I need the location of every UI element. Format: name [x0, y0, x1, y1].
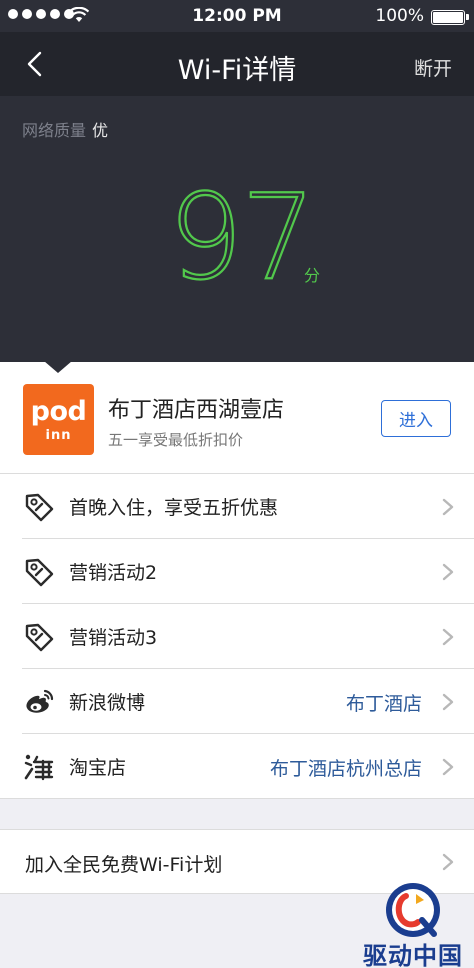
watermark-logo: 驱动中国	[356, 880, 470, 968]
network-quality: 网络质量优	[22, 117, 108, 141]
chevron-right-icon	[442, 693, 454, 711]
watermark-emblem-icon	[386, 883, 440, 937]
join-wifi-plan-label: 加入全民免费Wi-Fi计划	[25, 854, 223, 876]
list-item[interactable]: 营销活动3	[0, 604, 474, 669]
store-logo-subtext: inn	[45, 428, 72, 443]
quality-score: 97	[167, 168, 317, 306]
weibo-icon	[26, 689, 54, 713]
enter-button[interactable]: 进入	[381, 400, 451, 437]
list-item-label: 营销活动2	[69, 562, 158, 584]
tag-icon	[25, 493, 54, 522]
chevron-right-icon	[442, 498, 454, 516]
chevron-right-icon	[442, 628, 454, 646]
chevron-right-icon	[442, 853, 454, 871]
list-item[interactable]: 首晚入住，享受五折优惠	[0, 474, 474, 539]
store-logo-text: pod	[30, 396, 87, 427]
taobao-icon	[24, 754, 54, 781]
list-item-label: 营销活动3	[69, 627, 158, 649]
watermark-text: 驱动中国	[363, 942, 463, 968]
list-item-label: 淘宝店	[69, 757, 127, 779]
list-item[interactable]: 新浪微博 布丁酒店	[0, 669, 474, 734]
battery-icon	[431, 10, 469, 25]
store-name: 布丁酒店西湖壹店	[108, 398, 285, 423]
list-item-value: 布丁酒店杭州总店	[269, 758, 422, 780]
list-item-value: 布丁酒店	[345, 693, 422, 715]
status-bar: 12:00 PM 100%	[0, 0, 474, 32]
chevron-right-icon	[442, 563, 454, 581]
network-quality-label: 网络质量	[22, 121, 87, 140]
page-title: Wi-Fi详情	[177, 55, 297, 86]
network-quality-value: 优	[92, 121, 109, 140]
chevron-right-icon	[442, 758, 454, 776]
tag-icon	[25, 623, 54, 652]
store-logo: pod inn	[23, 384, 94, 455]
disconnect-button[interactable]: 断开	[414, 54, 452, 81]
list-item-label: 新浪微博	[69, 692, 146, 714]
list-item-label: 首晚入住，享受五折优惠	[69, 497, 279, 519]
battery-percent: 100%	[375, 6, 424, 26]
list-item[interactable]: 淘宝店 布丁酒店杭州总店	[0, 734, 474, 799]
store-header: pod inn 布丁酒店西湖壹店 五一享受最低折扣价 进入	[0, 362, 474, 474]
quality-score-unit: 分	[304, 266, 321, 285]
store-promo: 五一享受最低折扣价	[108, 431, 244, 449]
panel-pointer	[44, 361, 72, 373]
store-card: pod inn 布丁酒店西湖壹店 五一享受最低折扣价 进入 首晚入住，享受五折优…	[0, 362, 474, 799]
list-item[interactable]: 营销活动2	[0, 539, 474, 604]
nav-bar: Wi-Fi详情 断开	[0, 32, 474, 96]
tag-icon	[25, 558, 54, 587]
